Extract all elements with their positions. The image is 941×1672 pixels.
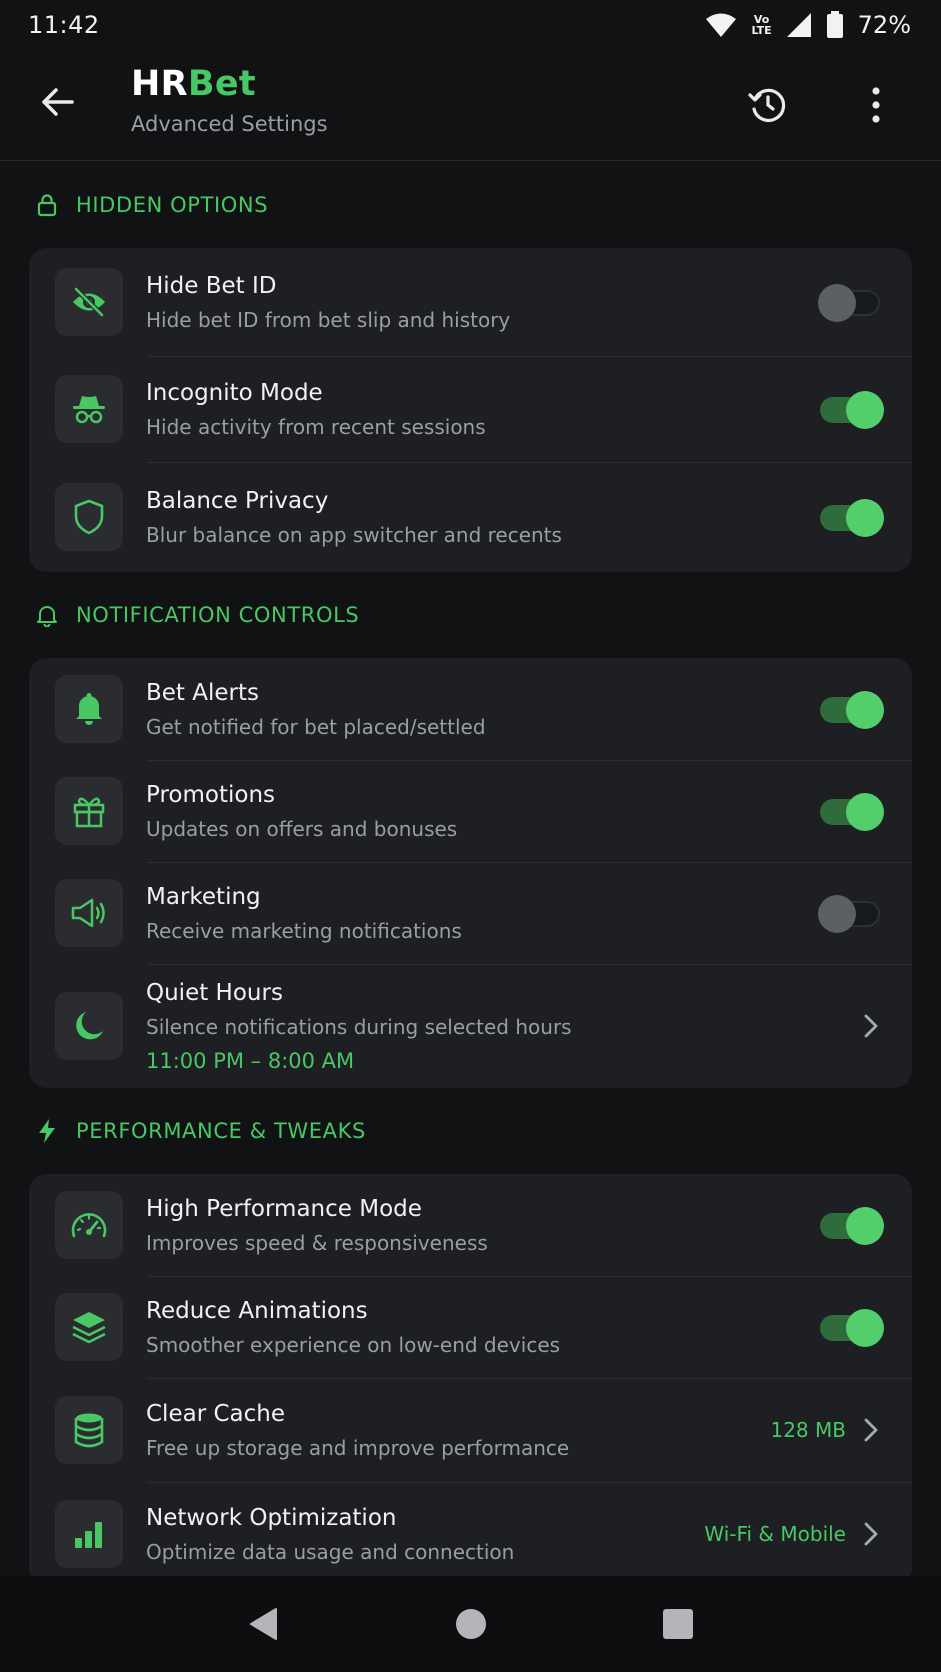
setting-row-incognito-mode[interactable]: Incognito Mode Hide activity from recent…: [29, 356, 912, 462]
wifi-icon: [706, 13, 737, 37]
setting-row-network-optimization[interactable]: Network Optimization Optimize data usage…: [29, 1482, 912, 1586]
setting-row-clear-cache[interactable]: Clear Cache Free up storage and improve …: [29, 1378, 912, 1482]
card-notification-controls: Bet Alerts Get notified for bet placed/s…: [29, 658, 912, 1088]
nav-home-button[interactable]: [447, 1600, 495, 1648]
setting-description: Smoother experience on low-end devices: [146, 1332, 561, 1357]
shield-icon: [55, 483, 123, 551]
setting-title: Quiet Hours: [146, 979, 283, 1006]
balance-privacy-toggle[interactable]: [818, 499, 884, 537]
nav-recents-button[interactable]: [654, 1600, 702, 1648]
chevron-right-icon: [864, 1522, 878, 1546]
incognito-mode-toggle[interactable]: [818, 391, 884, 429]
setting-title: Network Optimization: [146, 1504, 397, 1531]
app-bar: HRBet Advanced Settings: [0, 50, 941, 161]
setting-description: Improves speed & responsiveness: [146, 1230, 488, 1255]
setting-description: Free up storage and improve performance: [146, 1435, 570, 1460]
setting-row-bet-alerts[interactable]: Bet Alerts Get notified for bet placed/s…: [29, 658, 912, 760]
cache-size-value: 128 MB: [770, 1418, 846, 1442]
signal-icon: [786, 13, 811, 37]
bar-chart-icon: [55, 1500, 123, 1568]
setting-row-marketing[interactable]: Marketing Receive marketing notification…: [29, 862, 912, 964]
setting-row-hide-bet-id[interactable]: Hide Bet ID Hide bet ID from bet slip an…: [29, 248, 912, 356]
title-block: HRBet Advanced Settings: [131, 64, 328, 136]
network-mode-value: Wi-Fi & Mobile: [704, 1522, 846, 1546]
eye-off-icon: [55, 268, 123, 336]
setting-title: Clear Cache: [146, 1400, 285, 1427]
lightning-icon: [34, 1118, 60, 1144]
battery-icon: [826, 11, 843, 38]
app-title-main: HR: [131, 64, 188, 104]
setting-description: Receive marketing notifications: [146, 918, 462, 943]
section-header-notification-controls: NOTIFICATION CONTROLS: [0, 572, 941, 658]
setting-description: Get notified for bet placed/settled: [146, 714, 486, 739]
system-nav-bar: [0, 1576, 941, 1672]
layers-icon: [55, 1293, 123, 1361]
section-title: HIDDEN OPTIONS: [76, 193, 269, 217]
setting-title: Promotions: [146, 781, 276, 808]
card-performance: High Performance Mode Improves speed & r…: [29, 1174, 912, 1586]
status-time: 11:42: [28, 11, 100, 39]
status-icons: Vo LTE 72%: [705, 11, 911, 39]
setting-title: Hide Bet ID: [146, 272, 277, 299]
setting-title: Incognito Mode: [146, 379, 323, 406]
card-hidden-options: Hide Bet ID Hide bet ID from bet slip an…: [29, 248, 912, 572]
bell-icon: [55, 675, 123, 743]
app-title: HRBet: [131, 64, 328, 104]
chevron-right-icon: [864, 1418, 878, 1442]
setting-title: Marketing: [146, 883, 261, 910]
setting-title: High Performance Mode: [146, 1195, 422, 1222]
moon-icon: [55, 992, 123, 1060]
lock-icon: [34, 192, 60, 218]
setting-description: Hide activity from recent sessions: [146, 414, 486, 439]
incognito-icon: [55, 375, 123, 443]
quiet-hours-range: 11:00 PM – 8:00 AM: [146, 1048, 355, 1073]
chevron-right-icon: [864, 1014, 878, 1038]
history-icon: [748, 88, 786, 122]
page-subtitle: Advanced Settings: [131, 112, 328, 136]
setting-row-quiet-hours[interactable]: Quiet Hours Silence notifications during…: [29, 964, 912, 1088]
setting-row-promotions[interactable]: Promotions Updates on offers and bonuses: [29, 760, 912, 862]
app-title-accent: Bet: [187, 64, 256, 104]
setting-description: Blur balance on app switcher and recents: [146, 522, 562, 547]
volte-bottom: LTE: [751, 24, 772, 37]
setting-title: Balance Privacy: [146, 487, 329, 514]
more-vertical-icon: [872, 87, 880, 123]
bet-alerts-toggle[interactable]: [818, 691, 884, 729]
hide-bet-id-toggle[interactable]: [818, 284, 882, 322]
triangle-back-icon: [249, 1608, 277, 1640]
promotions-toggle[interactable]: [818, 793, 884, 831]
settings-content: HIDDEN OPTIONS Hide Bet ID Hide bet ID f…: [0, 162, 941, 1586]
status-bar: 11:42 Vo LTE 72%: [0, 0, 941, 50]
square-recents-icon: [662, 1609, 693, 1639]
database-icon: [55, 1396, 123, 1464]
back-button[interactable]: [36, 80, 80, 124]
setting-row-reduce-animations[interactable]: Reduce Animations Smoother experience on…: [29, 1276, 912, 1378]
setting-title: Reduce Animations: [146, 1297, 368, 1324]
setting-row-balance-privacy[interactable]: Balance Privacy Blur balance on app swit…: [29, 462, 912, 572]
setting-row-high-performance[interactable]: High Performance Mode Improves speed & r…: [29, 1174, 912, 1276]
setting-description: Hide bet ID from bet slip and history: [146, 307, 511, 332]
nav-back-button[interactable]: [240, 1600, 288, 1648]
setting-description: Silence notifications during selected ho…: [146, 1014, 572, 1039]
setting-description: Updates on offers and bonuses: [146, 816, 458, 841]
setting-description: Optimize data usage and connection: [146, 1539, 515, 1564]
marketing-toggle[interactable]: [818, 895, 882, 933]
volte-icon: Vo LTE: [751, 14, 771, 36]
battery-percent: 72%: [857, 11, 911, 39]
megaphone-icon: [55, 879, 123, 947]
reduce-animations-toggle[interactable]: [818, 1309, 884, 1347]
circle-home-icon: [455, 1609, 486, 1639]
history-button[interactable]: [746, 83, 790, 127]
high-performance-toggle[interactable]: [818, 1207, 884, 1245]
setting-title: Bet Alerts: [146, 679, 259, 706]
arrow-left-icon: [42, 88, 74, 116]
section-header-performance: PERFORMANCE & TWEAKS: [0, 1088, 941, 1174]
speedometer-icon: [55, 1191, 123, 1259]
bell-outline-icon: [34, 602, 60, 628]
gift-icon: [55, 777, 123, 845]
more-options-button[interactable]: [860, 83, 892, 127]
section-title: NOTIFICATION CONTROLS: [76, 603, 360, 627]
section-header-hidden-options: HIDDEN OPTIONS: [0, 162, 941, 248]
section-title: PERFORMANCE & TWEAKS: [76, 1119, 366, 1143]
